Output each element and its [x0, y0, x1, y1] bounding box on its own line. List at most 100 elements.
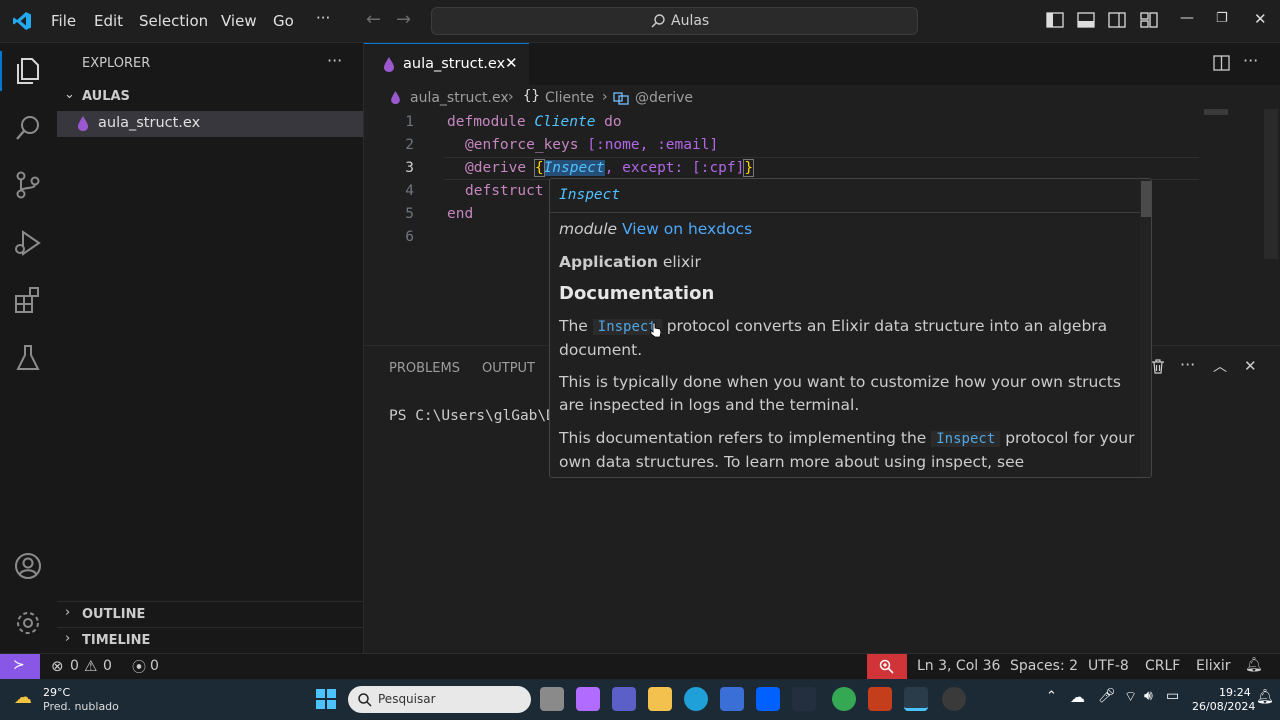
- hover-scrollbar-thumb[interactable]: [1141, 181, 1151, 217]
- run-debug-icon[interactable]: [12, 227, 44, 259]
- notification-center-icon[interactable]: 🔔︎: [1256, 689, 1274, 705]
- hover-scrollbar-track[interactable]: [1140, 179, 1151, 477]
- powerpoint-icon[interactable]: [868, 687, 892, 711]
- indentation[interactable]: Spaces: 2: [1010, 658, 1078, 674]
- volume-icon[interactable]: 🔊︎: [1144, 688, 1153, 704]
- notifications-bell-icon[interactable]: 🔔︎: [1245, 657, 1263, 673]
- warning-count[interactable]: 0: [103, 658, 112, 674]
- close-tab-icon[interactable]: ✕: [505, 54, 518, 72]
- outline-section[interactable]: › OUTLINE: [57, 601, 363, 625]
- menu-more[interactable]: ···: [316, 9, 330, 27]
- toggle-panel-icon[interactable]: [1077, 12, 1095, 28]
- menu-edit[interactable]: Edit: [94, 12, 123, 30]
- taskbar-search[interactable]: Pesquisar: [348, 686, 531, 713]
- code-line-5[interactable]: end: [447, 206, 473, 222]
- extensions-icon[interactable]: [12, 284, 44, 316]
- remote-indicator[interactable]: ≻: [0, 654, 40, 679]
- microphone-icon[interactable]: 🎤︎: [1098, 688, 1116, 704]
- forward-arrow-icon[interactable]: →: [396, 9, 411, 30]
- battery-icon[interactable]: ▭: [1166, 688, 1179, 704]
- teams-icon[interactable]: [612, 687, 636, 711]
- code-line-4[interactable]: defstruct: [465, 183, 544, 199]
- amazon-icon[interactable]: [792, 687, 816, 711]
- panel-more-icon[interactable]: ···: [1180, 355, 1195, 374]
- weather-desc[interactable]: Pred. nublado: [43, 700, 119, 713]
- store-icon[interactable]: [720, 687, 744, 711]
- breadcrumb-file[interactable]: aula_struct.ex: [410, 90, 509, 106]
- minimap[interactable]: [1204, 109, 1228, 115]
- chrome-icon[interactable]: [832, 687, 856, 711]
- editor-scrollbar[interactable]: [1264, 109, 1278, 259]
- tab-problems[interactable]: PROBLEMS: [389, 361, 460, 376]
- manage-gear-icon[interactable]: [12, 607, 44, 639]
- tab-label: aula_struct.ex: [403, 56, 506, 72]
- split-editor-icon[interactable]: [1213, 55, 1230, 71]
- breadcrumb-attribute[interactable]: @derive: [635, 90, 693, 106]
- tab-aula-struct[interactable]: aula_struct.ex ✕: [364, 43, 529, 85]
- menu-selection[interactable]: Selection: [139, 12, 208, 30]
- code-line-3[interactable]: @derive {Inspect, except: [:cpf]}: [465, 159, 755, 177]
- doc-paragraph-3: This documentation refers to implementin…: [559, 427, 1149, 474]
- close-window-icon[interactable]: ✕: [1254, 10, 1267, 28]
- back-arrow-icon[interactable]: ←: [366, 9, 381, 30]
- error-count[interactable]: 0: [70, 658, 79, 674]
- explorer-icon[interactable]: [12, 55, 44, 87]
- editor-more-icon[interactable]: ···: [1243, 51, 1258, 70]
- restore-icon[interactable]: ❐: [1216, 11, 1228, 26]
- wifi-icon[interactable]: ⌔: [1124, 688, 1137, 706]
- search-view-icon[interactable]: [12, 112, 44, 144]
- source-control-icon[interactable]: [12, 169, 44, 201]
- maximize-panel-icon[interactable]: ︿: [1213, 356, 1227, 376]
- line-ending[interactable]: CRLF: [1145, 658, 1180, 674]
- ports-count[interactable]: 0: [150, 658, 159, 674]
- hover-documentation[interactable]: Inspect module View on hexdocs Applicati…: [549, 178, 1152, 478]
- chevron-right-icon: ›: [65, 631, 71, 646]
- obs-icon[interactable]: [942, 687, 966, 711]
- testing-icon[interactable]: [12, 342, 44, 374]
- menu-go[interactable]: Go: [273, 12, 294, 30]
- clock-time[interactable]: 19:24: [1219, 686, 1251, 699]
- encoding[interactable]: UTF-8: [1088, 658, 1129, 674]
- file-item-aula-struct[interactable]: aula_struct.ex: [57, 111, 363, 137]
- windows-start-icon[interactable]: [316, 689, 336, 709]
- weather-temp[interactable]: 29°C: [43, 686, 70, 699]
- timeline-section[interactable]: › TIMELINE: [57, 627, 363, 651]
- copilot-icon[interactable]: [576, 687, 600, 711]
- zoom-badge[interactable]: [867, 654, 907, 679]
- breadcrumb-separator-icon: ›: [508, 89, 514, 105]
- language-mode[interactable]: Elixir: [1196, 658, 1231, 674]
- task-view-icon[interactable]: [540, 687, 564, 711]
- cursor-position[interactable]: Ln 3, Col 36: [917, 658, 1000, 674]
- vscode-taskbar-icon[interactable]: [904, 687, 928, 711]
- edge-icon[interactable]: [684, 687, 708, 711]
- keyword: do: [604, 114, 622, 130]
- tab-output[interactable]: OUTPUT: [482, 361, 535, 376]
- toggle-secondary-sidebar-icon[interactable]: [1108, 12, 1126, 28]
- folder-aulas[interactable]: ⌄ AULAS: [57, 86, 363, 108]
- tray-chevron-up-icon[interactable]: ⌃: [1046, 689, 1057, 704]
- terminal-prompt[interactable]: PS C:\Users\glGab\D: [389, 408, 555, 424]
- code-line-1[interactable]: defmodule Cliente do: [447, 114, 622, 130]
- breadcrumb-module[interactable]: Cliente: [545, 90, 594, 106]
- command-center[interactable]: Aulas: [431, 7, 918, 35]
- code-line-2[interactable]: @enforce_keys [:nome, :email]: [465, 137, 718, 153]
- explorer-more-button[interactable]: ···: [327, 51, 342, 70]
- toggle-sidebar-icon[interactable]: [1046, 12, 1064, 28]
- file-explorer-icon[interactable]: [648, 687, 672, 711]
- trash-icon[interactable]: [1151, 359, 1165, 374]
- close-panel-icon[interactable]: ✕: [1244, 357, 1257, 375]
- menu-file[interactable]: File: [51, 12, 76, 30]
- hexdocs-link[interactable]: View on hexdocs: [622, 220, 752, 238]
- minimize-icon[interactable]: —: [1180, 10, 1194, 26]
- clock-date[interactable]: 26/08/2024: [1192, 700, 1255, 713]
- ports-icon: ⦿: [132, 660, 146, 676]
- atom-list: , except: [:cpf]: [604, 160, 745, 176]
- menu-view[interactable]: View: [221, 12, 257, 30]
- onedrive-icon[interactable]: ☁: [1070, 688, 1085, 706]
- elixir-file-icon: [391, 91, 400, 104]
- customize-layout-icon[interactable]: [1140, 12, 1158, 28]
- accounts-icon[interactable]: [12, 550, 44, 582]
- dropbox-icon[interactable]: [756, 687, 780, 711]
- elixir-file-icon: [78, 116, 88, 131]
- remote-icon: ≻: [13, 657, 25, 673]
